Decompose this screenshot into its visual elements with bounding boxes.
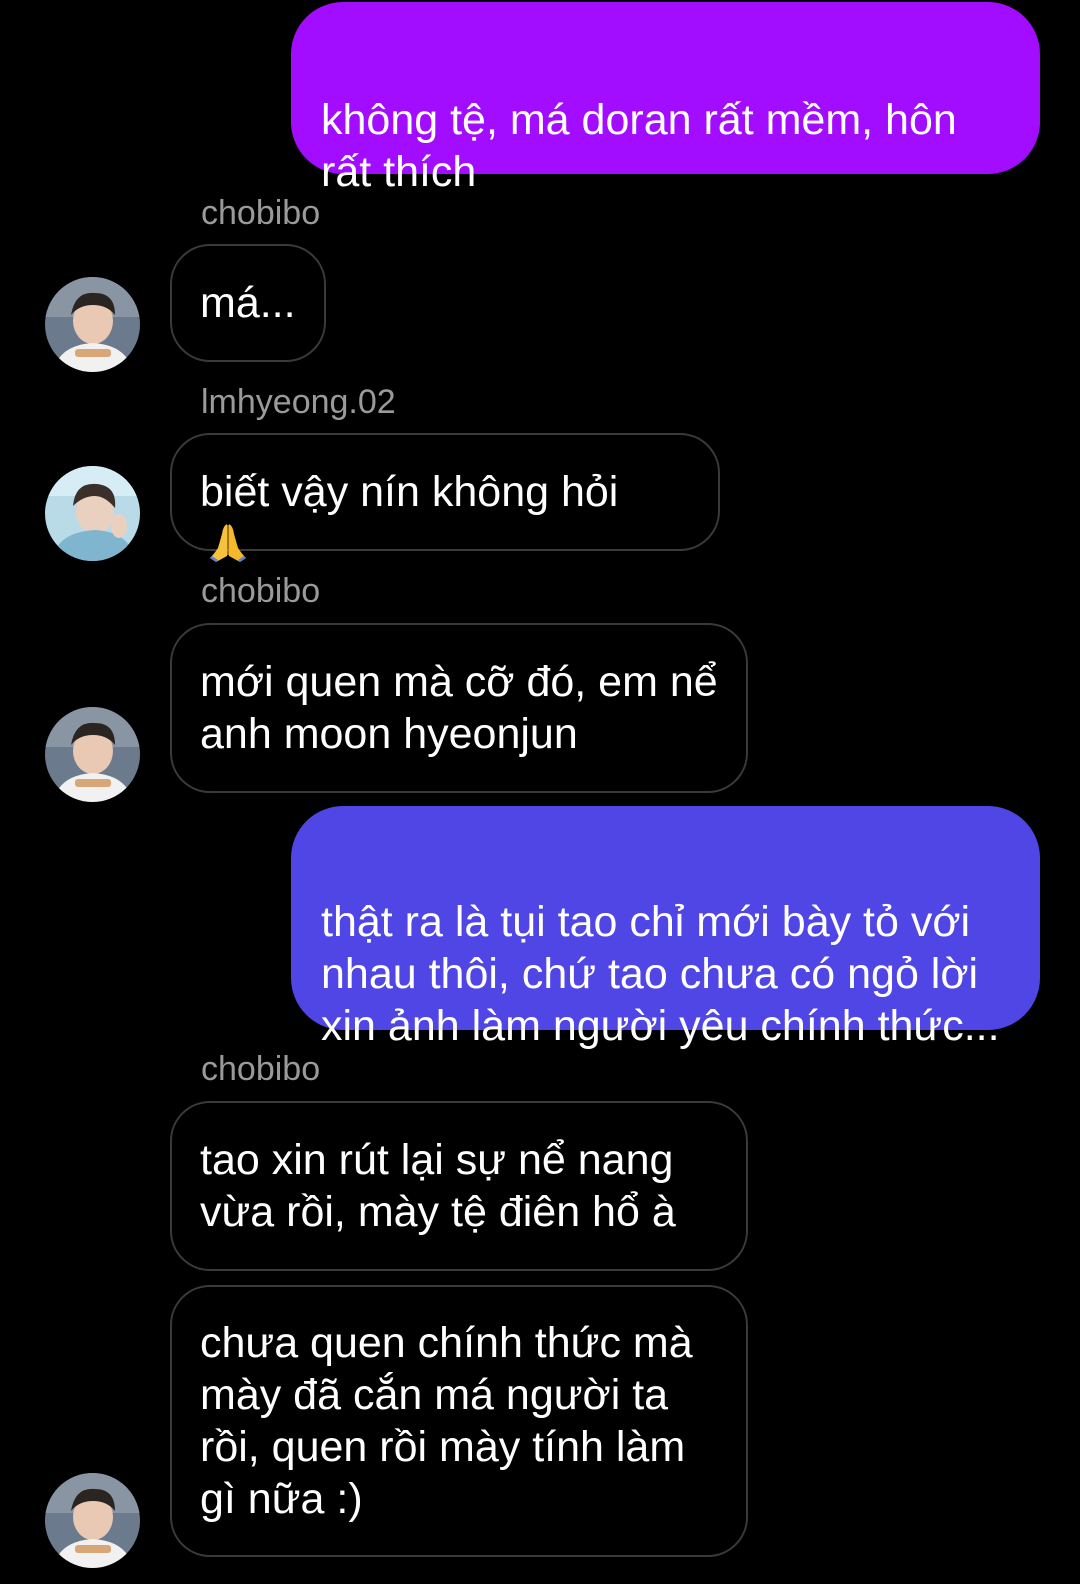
received-message-bubble[interactable]: biết vậy nín không hỏi bbox=[170, 433, 720, 562]
avatar-photo-icon bbox=[45, 277, 140, 372]
message-text: chưa quen chính thức mà mày đã cắn má ng… bbox=[200, 1319, 693, 1523]
received-message-bubble[interactable]: má... bbox=[170, 244, 326, 362]
avatar-photo-icon bbox=[45, 707, 140, 802]
received-message-bubble[interactable]: mới quen mà cỡ đó, em nể anh moon hyeonj… bbox=[170, 623, 748, 793]
avatar[interactable] bbox=[45, 1473, 140, 1568]
avatar-photo-icon bbox=[45, 466, 140, 561]
message-text: tao xin rút lại sự nể nang vừa rồi, mày … bbox=[200, 1136, 676, 1236]
sent-message-bubble[interactable]: không tệ, má doran rất mềm, hôn rất thíc… bbox=[291, 2, 1040, 196]
message-text: mới quen mà cỡ đó, em nể anh moon hyeonj… bbox=[200, 658, 718, 758]
message-text: không tệ, má doran rất mềm, hôn rất thíc… bbox=[321, 96, 957, 196]
sender-name: chobibo bbox=[201, 194, 321, 232]
received-message-bubble[interactable]: chưa quen chính thức mà mày đã cắn má ng… bbox=[170, 1285, 748, 1557]
sender-name: chobibo bbox=[201, 1050, 321, 1088]
message-text: thật ra là tụi tao chỉ mới bày tỏ với nh… bbox=[321, 898, 1000, 1050]
avatar[interactable] bbox=[45, 277, 140, 372]
avatar-photo-icon bbox=[45, 1473, 140, 1568]
received-message-bubble[interactable]: tao xin rút lại sự nể nang vừa rồi, mày … bbox=[170, 1101, 748, 1271]
folded-hands-icon bbox=[210, 524, 246, 562]
sender-name: chobibo bbox=[201, 572, 321, 610]
avatar[interactable] bbox=[45, 466, 140, 561]
message-text: má... bbox=[200, 279, 296, 327]
message-text: biết vậy nín không hỏi bbox=[200, 468, 619, 516]
avatar[interactable] bbox=[45, 707, 140, 802]
sent-message-bubble[interactable]: thật ra là tụi tao chỉ mới bày tỏ với nh… bbox=[291, 806, 1040, 1050]
